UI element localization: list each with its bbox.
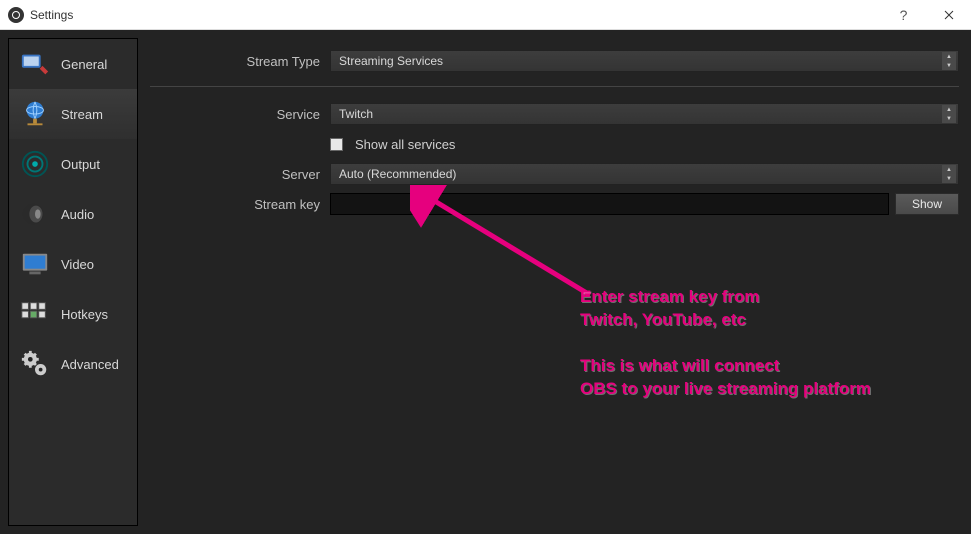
server-value: Auto (Recommended): [339, 167, 456, 181]
sidebar-item-label: Output: [61, 157, 100, 172]
sidebar-item-general[interactable]: General: [9, 39, 137, 89]
service-value: Twitch: [339, 107, 373, 121]
sidebar-item-label: General: [61, 57, 107, 72]
service-label: Service: [150, 107, 330, 122]
titlebar: Settings ?: [0, 0, 971, 30]
sidebar-item-label: Hotkeys: [61, 307, 108, 322]
wrench-icon: [19, 48, 51, 80]
sidebar-item-advanced[interactable]: Advanced: [9, 339, 137, 389]
sidebar-item-label: Video: [61, 257, 94, 272]
close-button[interactable]: [926, 0, 971, 29]
stream-type-label: Stream Type: [150, 54, 330, 69]
sidebar-item-hotkeys[interactable]: Hotkeys: [9, 289, 137, 339]
gears-icon: [19, 348, 51, 380]
service-select[interactable]: Twitch ▲▼: [330, 103, 959, 125]
server-label: Server: [150, 167, 330, 182]
sidebar-item-video[interactable]: Video: [9, 239, 137, 289]
window-title: Settings: [30, 8, 73, 22]
stream-type-value: Streaming Services: [339, 54, 443, 68]
show-all-services-checkbox[interactable]: [330, 138, 343, 151]
speaker-icon: [19, 198, 51, 230]
sidebar-item-label: Stream: [61, 107, 103, 122]
settings-content: Stream Type Streaming Services ▲▼ Servic…: [146, 38, 963, 526]
help-button[interactable]: ?: [881, 0, 926, 29]
show-all-services-label: Show all services: [355, 137, 455, 152]
sidebar-item-stream[interactable]: Stream: [9, 89, 137, 139]
broadcast-icon: [19, 148, 51, 180]
keyboard-icon: [19, 298, 51, 330]
show-stream-key-button[interactable]: Show: [895, 193, 959, 215]
app-icon: [8, 7, 24, 23]
sidebar-item-label: Audio: [61, 207, 94, 222]
settings-sidebar: General Stream Output Audio Video: [8, 38, 138, 526]
monitor-icon: [19, 248, 51, 280]
stream-key-input[interactable]: [330, 193, 889, 215]
stream-type-select[interactable]: Streaming Services ▲▼: [330, 50, 959, 72]
stream-key-label: Stream key: [150, 197, 330, 212]
sidebar-item-output[interactable]: Output: [9, 139, 137, 189]
sidebar-item-audio[interactable]: Audio: [9, 189, 137, 239]
divider: [150, 86, 959, 87]
server-select[interactable]: Auto (Recommended) ▲▼: [330, 163, 959, 185]
sidebar-item-label: Advanced: [61, 357, 119, 372]
globe-icon: [19, 98, 51, 130]
